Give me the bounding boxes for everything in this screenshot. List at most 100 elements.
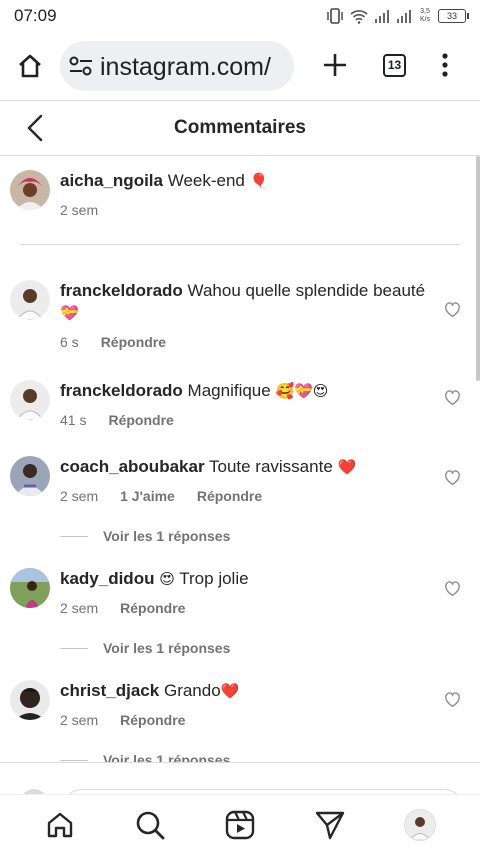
tab-reels[interactable]	[224, 809, 256, 841]
comment-body: coach_aboubakar Toute ravissante ❤️ 2 se…	[60, 456, 430, 504]
comment-time: 2 sem	[60, 600, 99, 616]
comments-header: Commentaires	[0, 100, 480, 156]
avatar[interactable]	[10, 280, 50, 320]
heart-outline-icon	[445, 470, 460, 486]
reply-button[interactable]: Répondre	[197, 488, 262, 504]
tab-switcher-button[interactable]: 13	[383, 54, 406, 77]
comment-time: 2 sem	[60, 488, 99, 504]
tab-profile[interactable]	[404, 809, 436, 841]
comment-body: christ_djack Grando❤️ 2 sem Répondre	[60, 680, 430, 728]
comment-text: coach_aboubakar Toute ravissante ❤️	[60, 456, 430, 478]
reply-button[interactable]: Répondre	[101, 334, 166, 350]
home-icon	[47, 812, 73, 838]
comment-meta: 2 sem Répondre	[60, 600, 430, 616]
tab-direct[interactable]	[314, 809, 346, 841]
comment-time: 41 s	[60, 412, 87, 428]
heart-outline-icon	[445, 390, 460, 406]
reply-button[interactable]: Répondre	[120, 712, 185, 728]
page-title: Commentaires	[174, 117, 306, 138]
comment-emoji: ❤️	[220, 682, 240, 700]
reply-button[interactable]: Répondre	[120, 600, 185, 616]
battery-indicator: 33	[438, 9, 469, 23]
username[interactable]: kady_didou	[60, 569, 154, 588]
caption-meta: 2 sem	[60, 202, 430, 218]
profile-avatar	[405, 810, 435, 840]
caption-emoji: 🎈	[249, 172, 269, 190]
like-button[interactable]	[444, 390, 461, 411]
scrollbar[interactable]	[476, 156, 480, 381]
caption-text: aicha_ngoila Week-end 🎈	[60, 170, 430, 192]
address-bar[interactable]: instagram.com/	[60, 41, 294, 91]
comment-text: franckeldorado Magnifique 🥰💝😍	[60, 380, 430, 402]
divider	[20, 244, 460, 245]
comment-body: kady_didou 😍 Trop jolie 2 sem Répondre	[60, 568, 430, 616]
wifi-icon	[350, 9, 368, 24]
avatar[interactable]	[10, 680, 50, 720]
avatar[interactable]	[10, 456, 50, 496]
comment-message: Wahou quelle splendide beauté	[187, 281, 426, 300]
bottom-tab-bar	[0, 794, 480, 855]
heart-outline-icon	[445, 302, 460, 318]
signal-icon-2	[397, 10, 411, 23]
network-speed-unit: K/s	[419, 16, 431, 23]
tab-home[interactable]	[44, 809, 76, 841]
comment-text: franckeldorado Wahou quelle splendide be…	[60, 280, 430, 324]
direct-message-icon	[315, 811, 345, 840]
comment-text: christ_djack Grando❤️	[60, 680, 430, 702]
new-tab-button[interactable]	[320, 50, 350, 85]
reply-button[interactable]: Répondre	[108, 412, 173, 428]
signal-icon-1	[375, 10, 389, 23]
username[interactable]: aicha_ngoila	[60, 171, 163, 190]
network-speed-value: 3,5	[420, 8, 430, 15]
browser-toolbar: instagram.com/ 13	[0, 32, 480, 100]
avatar[interactable]	[10, 380, 50, 420]
network-speed: 3,5 K/s	[418, 8, 432, 24]
comment-emoji: ❤️	[337, 458, 357, 476]
url-text: instagram.com/	[100, 53, 271, 81]
caption-body: aicha_ngoila Week-end 🎈 2 sem	[60, 170, 430, 218]
comment-message: Magnifique	[187, 381, 271, 400]
caption-time: 2 sem	[60, 202, 99, 218]
site-settings-icon[interactable]	[68, 54, 94, 78]
browser-home-button[interactable]	[14, 50, 46, 82]
comment-emoji: 💝	[60, 304, 79, 322]
comment-time: 6 s	[60, 334, 79, 350]
username[interactable]: coach_aboubakar	[60, 457, 205, 476]
status-bar: 07:09 3,5 K/s 33	[0, 0, 480, 32]
replies-line	[60, 647, 88, 649]
comment-text: kady_didou 😍 Trop jolie	[60, 568, 430, 590]
comment-emoji: 🥰💝😍	[275, 382, 329, 400]
comment-meta: 6 s Répondre	[60, 334, 430, 350]
like-button[interactable]	[444, 581, 461, 602]
comment-message: Toute ravissante	[208, 457, 333, 476]
likes-count[interactable]: 1 J'aime	[120, 488, 175, 504]
view-replies-button[interactable]: Voir les 1 réponses	[60, 752, 230, 762]
view-replies-button[interactable]: Voir les 1 réponses	[60, 640, 230, 656]
vibrate-icon	[327, 8, 343, 24]
avatar[interactable]	[10, 170, 50, 210]
more-vert-icon	[442, 53, 448, 77]
like-button[interactable]	[444, 470, 461, 491]
username[interactable]: franckeldorado	[60, 281, 183, 300]
comment-time: 2 sem	[60, 712, 99, 728]
like-button[interactable]	[444, 302, 461, 323]
view-replies-button[interactable]: Voir les 1 réponses	[60, 528, 230, 544]
comment-meta: 2 sem Répondre	[60, 712, 430, 728]
browser-menu-button[interactable]	[438, 52, 452, 83]
comment-emoji: 😍	[159, 570, 175, 588]
view-replies-label: Voir les 1 réponses	[103, 640, 231, 656]
heart-outline-icon	[445, 692, 460, 708]
search-icon	[136, 811, 165, 840]
home-icon	[19, 54, 41, 78]
tab-search[interactable]	[134, 809, 166, 841]
avatar[interactable]	[10, 568, 50, 608]
comment-message: Grando	[163, 681, 221, 700]
status-time: 07:09	[14, 6, 57, 25]
username[interactable]: franckeldorado	[60, 381, 183, 400]
view-replies-label: Voir les 1 réponses	[103, 752, 231, 762]
replies-line	[60, 535, 88, 537]
comments-list[interactable]: aicha_ngoila Week-end 🎈 2 sem franckeldo…	[0, 156, 480, 762]
like-button[interactable]	[444, 692, 461, 713]
username[interactable]: christ_djack	[60, 681, 159, 700]
view-replies-label: Voir les 1 réponses	[103, 528, 231, 544]
